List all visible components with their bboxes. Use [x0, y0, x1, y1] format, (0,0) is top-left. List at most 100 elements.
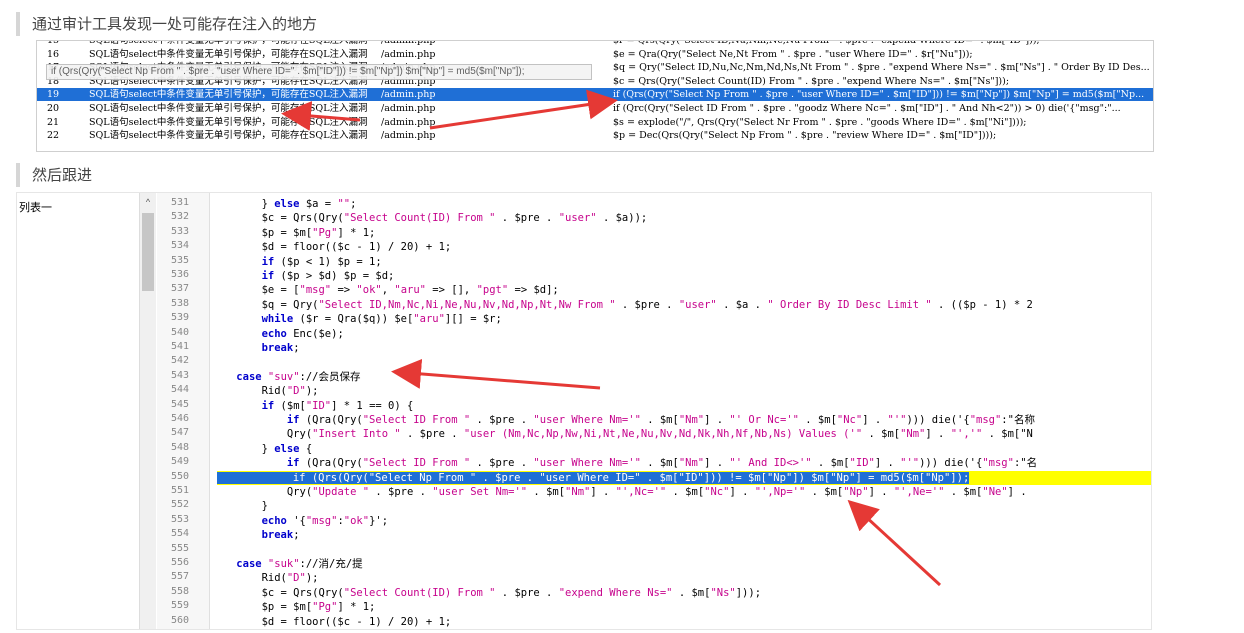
- scroll-up-icon[interactable]: ^: [140, 197, 156, 207]
- line-number: 560: [171, 614, 190, 626]
- code-line[interactable]: } else {: [211, 442, 313, 456]
- line-number: 559: [171, 600, 190, 612]
- audit-row-code: $c = Qrs(Qry("Select Count(ID) From " . …: [613, 75, 1010, 87]
- code-line[interactable]: break;: [211, 341, 300, 355]
- audit-row-number: 16: [47, 48, 60, 60]
- code-editor[interactable]: 列表一 ^ 531 532 533 534 535 536 537 538 539 540 541 5…: [16, 192, 1152, 630]
- audit-row-file: /admin.php: [381, 116, 436, 128]
- code-area[interactable]: } else $a = ""; $c = Qrs(Qry("Select Cou…: [211, 193, 1151, 629]
- audit-row[interactable]: 16 SQL语句select中条件变量无单引号保护，可能存在SQL注入漏洞/adm…: [37, 48, 1153, 61]
- audit-row[interactable]: 20 SQL语句select中条件变量无单引号保护，可能存在SQL注入漏洞/adm…: [37, 102, 1153, 115]
- code-line[interactable]: $p = $m["Pg"] * 1;: [211, 226, 376, 240]
- code-line[interactable]: $p = $m["Pg"] * 1;: [211, 600, 376, 614]
- line-number: 539: [171, 312, 190, 324]
- audit-row-number: 19: [47, 89, 60, 101]
- audit-row-number: 15: [47, 40, 60, 46]
- line-number: 557: [171, 571, 190, 583]
- line-number: 538: [171, 297, 190, 309]
- line-number: 549: [171, 456, 190, 468]
- code-line[interactable]: case "suk"://消/充/提: [211, 557, 362, 571]
- line-number: 533: [171, 225, 190, 237]
- code-line[interactable]: $d = floor(($c - 1) / 20) + 1;: [211, 240, 452, 254]
- audit-row-code: $q = Qry("Select ID,Nu,Nc,Nm,Nd,Ns,Nt Fr…: [613, 62, 1150, 74]
- audit-row[interactable]: 15 SQL语句select中条件变量无单引号保护，可能存在SQL注入漏洞/adm…: [37, 40, 1153, 47]
- line-number: 545: [171, 398, 190, 410]
- audit-row-description: SQL语句select中条件变量无单引号保护，可能存在SQL注入漏洞: [89, 40, 368, 46]
- line-number: 552: [171, 499, 190, 511]
- line-number: 554: [171, 528, 190, 540]
- line-number: 535: [171, 254, 190, 266]
- code-line[interactable]: $d = floor(($c - 1) / 20) + 1;: [211, 615, 452, 629]
- code-line[interactable]: break;: [211, 528, 300, 542]
- line-number: 556: [171, 557, 190, 568]
- audit-row-code: $r = Qrs(Qry("Select ID,Nu,Nm,Nc,Nu From…: [613, 40, 1040, 46]
- line-number: 540: [171, 326, 190, 338]
- audit-row[interactable]: 22 SQL语句select中条件变量无单引号保护，可能存在SQL注入漏洞/adm…: [37, 129, 1153, 142]
- section-heading-follow: 然后跟进: [16, 163, 92, 187]
- line-number: 548: [171, 441, 190, 453]
- line-number: 553: [171, 513, 190, 525]
- audit-tooltip: if (Qrs(Qry("Select Np From " . $pre . "…: [46, 64, 592, 80]
- audit-row-description: SQL语句select中条件变量无单引号保护，可能存在SQL注入漏洞: [89, 103, 368, 114]
- code-line[interactable]: case "suv"://会员保存: [211, 370, 360, 384]
- file-list-panel[interactable]: 列表一: [17, 193, 139, 629]
- line-number: 547: [171, 427, 190, 439]
- code-line[interactable]: echo '{"msg":"ok"}';: [211, 514, 388, 528]
- audit-results-table[interactable]: 15 SQL语句select中条件变量无单引号保护，可能存在SQL注入漏洞/adm…: [36, 40, 1154, 152]
- section-heading-audit: 通过审计工具发现一处可能存在注入的地方: [16, 12, 317, 36]
- code-line[interactable]: $c = Qrs(Qry("Select Count(ID) From " . …: [211, 211, 648, 225]
- audit-row-code: if (Qrc(Qry("Select ID From " . $pre . "…: [613, 103, 1121, 114]
- audit-row-number: 20: [47, 103, 60, 114]
- line-number: 543: [171, 369, 190, 381]
- code-line[interactable]: if ($p > $d) $p = $d;: [211, 269, 395, 283]
- audit-row-code: $e = Qra(Qry("Select Ne,Nt From " . $pre…: [613, 48, 973, 60]
- audit-row-description: SQL语句select中条件变量无单引号保护，可能存在SQL注入漏洞: [89, 130, 368, 142]
- code-line[interactable]: } else $a = "";: [211, 197, 357, 211]
- code-line[interactable]: if ($p < 1) $p = 1;: [211, 255, 382, 269]
- code-line[interactable]: $c = Qrs(Qry("Select Count(ID) From " . …: [211, 586, 761, 600]
- audit-row-code: if (Qrs(Qry("Select Np From " . $pre . "…: [613, 89, 1145, 101]
- code-line[interactable]: $e = ["msg" => "ok", "aru" => [], "pgt" …: [211, 283, 559, 297]
- audit-row-file: /admin.php: [381, 103, 436, 114]
- line-number: 534: [171, 240, 190, 252]
- code-line-selected[interactable]: if (Qrs(Qry("Select Np From " . $pre . "…: [217, 470, 1151, 485]
- code-line[interactable]: echo Enc($e);: [211, 327, 344, 341]
- scroll-thumb[interactable]: [142, 213, 154, 291]
- audit-row-code: $p = Dec(Qrs(Qry("Select Np From " . $pr…: [613, 130, 997, 142]
- code-line[interactable]: if (Qra(Qry("Select ID From " . $pre . "…: [211, 413, 1035, 427]
- audit-row-number: 22: [47, 130, 60, 142]
- audit-row-file: /admin.php: [381, 40, 436, 46]
- file-list-label: 列表一: [19, 201, 52, 214]
- audit-row[interactable]: 21 SQL语句select中条件变量无单引号保护，可能存在SQL注入漏洞/adm…: [37, 116, 1153, 129]
- audit-row-file: /admin.php: [381, 130, 436, 142]
- code-line[interactable]: Rid("D");: [211, 571, 319, 585]
- vertical-scrollbar[interactable]: ^: [139, 193, 156, 629]
- code-line[interactable]: Rid("D");: [211, 384, 319, 398]
- line-number: 541: [171, 341, 190, 352]
- code-line[interactable]: $q = Qry("Select ID,Nm,Nc,Ni,Ne,Nu,Nv,Nd…: [211, 298, 1033, 312]
- line-number: 537: [171, 283, 190, 295]
- line-number: 550: [171, 470, 190, 482]
- audit-row[interactable]: 19 SQL语句select中条件变量无单引号保护，可能存在SQL注入漏洞/adm…: [37, 88, 1153, 102]
- line-number-gutter: 531 532 533 534 535 536 537 538 539 540 541 542 543 5…: [157, 193, 210, 629]
- code-line[interactable]: if ($m["ID"] * 1 == 0) {: [211, 399, 414, 413]
- audit-row-description: SQL语句select中条件变量无单引号保护，可能存在SQL注入漏洞: [89, 89, 368, 101]
- line-number: 546: [171, 413, 190, 424]
- line-number: 542: [171, 355, 190, 367]
- code-line[interactable]: }: [211, 499, 268, 513]
- audit-row-description: SQL语句select中条件变量无单引号保护，可能存在SQL注入漏洞: [89, 116, 368, 128]
- line-number: 558: [171, 585, 190, 597]
- code-line[interactable]: Qry("Insert Into " . $pre . "user (Nm,Nc…: [211, 427, 1033, 441]
- line-number: 532: [171, 211, 190, 223]
- line-number: 544: [171, 384, 190, 396]
- audit-row-file: /admin.php: [381, 48, 436, 60]
- code-line[interactable]: if (Qra(Qry("Select ID From " . $pre . "…: [211, 456, 1037, 470]
- code-line[interactable]: while ($r = Qra($q)) $e["aru"][] = $r;: [211, 312, 502, 326]
- audit-row-description: SQL语句select中条件变量无单引号保护，可能存在SQL注入漏洞: [89, 48, 368, 60]
- line-number: 536: [171, 269, 190, 280]
- line-number: 531: [171, 197, 190, 208]
- audit-row-number: 21: [47, 116, 60, 128]
- audit-row-code: $s = explode("/", Qrs(Qry("Select Nr Fro…: [613, 116, 1027, 128]
- audit-row-file: /admin.php: [381, 89, 436, 101]
- code-line[interactable]: Qry("Update " . $pre . "user Set Nm='" .…: [211, 485, 1027, 499]
